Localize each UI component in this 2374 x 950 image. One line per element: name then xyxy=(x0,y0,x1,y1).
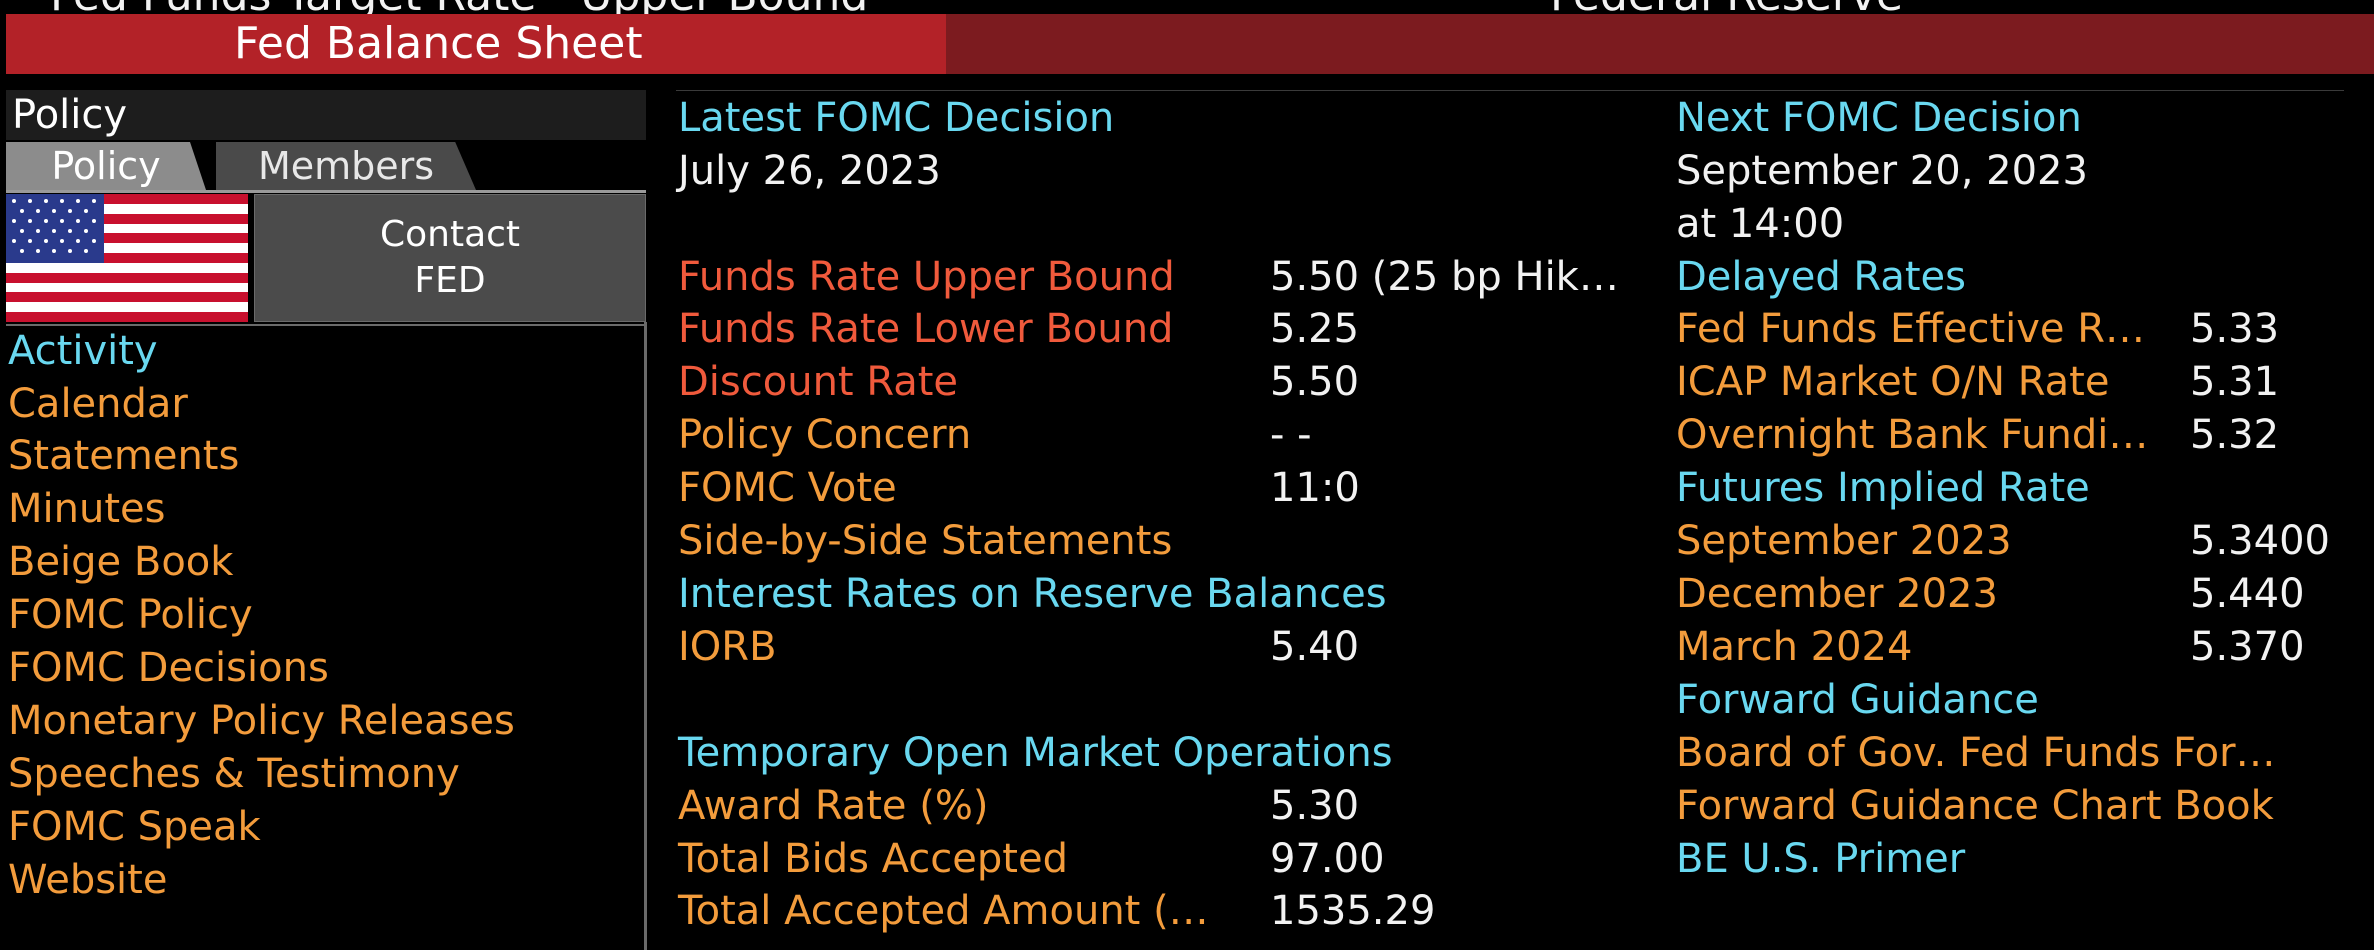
top-strip: Fed Funds Target Rate - Upper Bound Fede… xyxy=(0,0,2374,14)
contact-fed-button[interactable]: Contact FED xyxy=(254,194,646,322)
menu-item-statements[interactable]: Statements xyxy=(8,430,239,482)
total-bids-label[interactable]: Total Bids Accepted xyxy=(678,833,1068,885)
funds-lower-value: 5.25 xyxy=(1270,306,1360,352)
reserve-balances-heading[interactable]: Interest Rates on Reserve Balances xyxy=(678,568,1387,620)
next-fomc-heading[interactable]: Next FOMC Decision xyxy=(1676,92,2082,144)
panel-vertical-divider xyxy=(644,322,647,950)
futures-dec-value: 5.440 xyxy=(2190,571,2305,617)
award-rate-label[interactable]: Award Rate (%) xyxy=(678,780,988,832)
icap-rate-value: 5.31 xyxy=(2190,359,2280,405)
panel-title: Policy xyxy=(12,92,128,138)
menu-item-fomc-policy[interactable]: FOMC Policy xyxy=(8,589,253,641)
menu-item-beige-book[interactable]: Beige Book xyxy=(8,536,233,588)
fed-funds-effective-label[interactable]: Fed Funds Effective R… xyxy=(1676,303,2145,355)
delayed-rates-heading[interactable]: Delayed Rates xyxy=(1676,251,1966,303)
futures-sep-label[interactable]: September 2023 xyxy=(1676,515,2012,567)
policy-concern-label[interactable]: Policy Concern xyxy=(678,409,971,461)
award-rate-value: 5.30 xyxy=(1270,783,1360,829)
iorb-label[interactable]: IORB xyxy=(678,621,777,673)
total-bids-value: 97.00 xyxy=(1270,836,1385,882)
futures-dec-label[interactable]: December 2023 xyxy=(1676,568,1998,620)
futures-mar-label[interactable]: March 2024 xyxy=(1676,621,1912,673)
forward-guidance-heading[interactable]: Forward Guidance xyxy=(1676,674,2039,726)
icap-rate-label[interactable]: ICAP Market O/N Rate xyxy=(1676,356,2109,408)
discount-rate-label[interactable]: Discount Rate xyxy=(678,356,958,408)
guidance-item-be-primer[interactable]: BE U.S. Primer xyxy=(1676,833,1965,885)
iorb-value: 5.40 xyxy=(1270,624,1360,670)
main-top-line xyxy=(676,90,2344,91)
total-accepted-value: 1535.29 xyxy=(1270,888,1436,934)
contact-line1: Contact xyxy=(379,214,521,255)
top-strip-left-text: Fed Funds Target Rate - Upper Bound xyxy=(50,0,868,14)
latest-fomc-date: July 26, 2023 xyxy=(678,148,941,194)
tomo-heading[interactable]: Temporary Open Market Operations xyxy=(678,727,1393,779)
fomc-vote-label[interactable]: FOMC Vote xyxy=(678,462,897,514)
side-by-side-link[interactable]: Side-by-Side Statements xyxy=(678,515,1172,567)
fed-funds-effective-value: 5.33 xyxy=(2190,306,2280,352)
top-strip-right-text: Federal Reserve xyxy=(1550,0,1903,14)
menu-item-calendar[interactable]: Calendar xyxy=(8,378,188,430)
discount-rate-value: 5.50 xyxy=(1270,359,1360,405)
page-title[interactable]: Fed Balance Sheet xyxy=(234,14,643,74)
menu-item-minutes[interactable]: Minutes xyxy=(8,483,165,535)
futures-sep-value: 5.3400 xyxy=(2190,518,2330,564)
funds-lower-label[interactable]: Funds Rate Lower Bound xyxy=(678,303,1173,355)
overnight-bank-label[interactable]: Overnight Bank Fundi… xyxy=(1676,409,2148,461)
menu-item-website[interactable]: Website xyxy=(8,854,167,906)
guidance-item-chart-book[interactable]: Forward Guidance Chart Book xyxy=(1676,780,2274,832)
guidance-item-board[interactable]: Board of Gov. Fed Funds For… xyxy=(1676,727,2276,779)
menu-item-fomc-decisions[interactable]: FOMC Decisions xyxy=(8,642,329,694)
us-flag-icon xyxy=(6,194,248,322)
next-fomc-time: at 14:00 xyxy=(1676,201,1845,247)
menu-item-monetary-policy-releases[interactable]: Monetary Policy Releases xyxy=(8,695,515,747)
fomc-vote-value: 11:0 xyxy=(1270,465,1360,511)
futures-implied-heading[interactable]: Futures Implied Rate xyxy=(1676,462,2090,514)
contact-line2: FED xyxy=(414,260,486,301)
funds-upper-label[interactable]: Funds Rate Upper Bound xyxy=(678,251,1175,303)
tab-underline xyxy=(6,190,646,193)
menu-item-fomc-speak[interactable]: FOMC Speak xyxy=(8,801,261,853)
menu-item-speeches-testimony[interactable]: Speeches & Testimony xyxy=(8,748,460,800)
policy-concern-value: - - xyxy=(1270,412,1312,458)
funds-upper-value: 5.50 (25 bp Hik… xyxy=(1270,254,1619,300)
menu-item-activity[interactable]: Activity xyxy=(8,325,158,377)
latest-fomc-heading[interactable]: Latest FOMC Decision xyxy=(678,92,1114,144)
overnight-bank-value: 5.32 xyxy=(2190,412,2280,458)
tab-members[interactable]: Members xyxy=(216,142,476,190)
futures-mar-value: 5.370 xyxy=(2190,624,2305,670)
total-accepted-label[interactable]: Total Accepted Amount (… xyxy=(678,885,1209,937)
header-bar xyxy=(946,14,2374,74)
next-fomc-date: September 20, 2023 xyxy=(1676,148,2088,194)
tab-policy[interactable]: Policy xyxy=(6,142,206,190)
